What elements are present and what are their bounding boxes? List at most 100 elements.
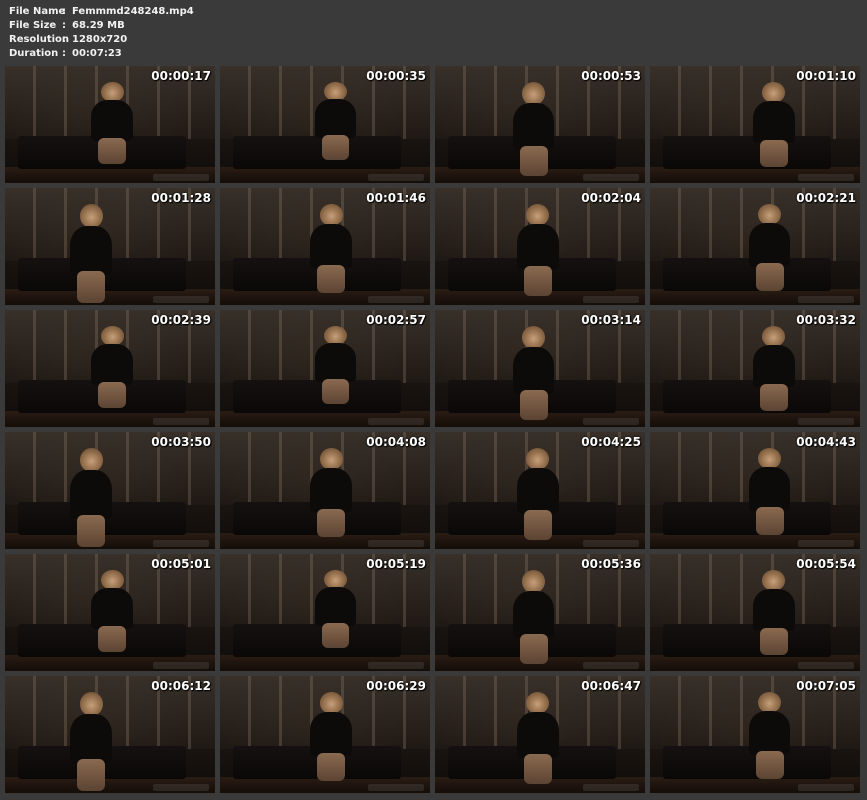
person-figure [751, 82, 797, 167]
figure-legs [98, 138, 126, 165]
figure-legs [524, 754, 552, 784]
figure-body [91, 100, 133, 142]
watermark [368, 296, 424, 303]
figure-body [753, 344, 795, 388]
figure-body [748, 711, 791, 755]
figure-legs [755, 263, 784, 291]
video-thumbnail: 00:01:28 [5, 188, 215, 305]
video-thumbnail: 00:03:50 [5, 432, 215, 549]
figure-head [323, 570, 348, 589]
timestamp-label: 00:00:35 [366, 69, 426, 83]
figure-head [762, 570, 786, 591]
person-figure [68, 692, 114, 791]
resolution-value: 1280x720 [72, 34, 128, 45]
figure-head [526, 692, 550, 715]
figure-legs [77, 271, 105, 303]
resolution-row: Resolution : 1280x720 [9, 33, 194, 47]
figure-legs [755, 507, 784, 535]
figure-legs [317, 752, 346, 782]
figure-legs [760, 627, 788, 655]
figure-legs [755, 751, 784, 779]
figure-body [512, 102, 555, 150]
video-thumbnail: 00:06:12 [5, 676, 215, 793]
watermark [583, 784, 639, 791]
person-figure [515, 448, 561, 540]
figure-body [310, 711, 353, 757]
timestamp-label: 00:05:01 [151, 557, 211, 571]
person-figure [89, 570, 135, 653]
figure-legs [519, 390, 548, 420]
person-figure [308, 692, 354, 782]
figure-legs [321, 378, 350, 404]
figure-body [753, 588, 795, 632]
figure-legs [760, 139, 788, 167]
figure-head [100, 82, 124, 103]
figure-legs [321, 622, 350, 648]
figure-body [517, 224, 559, 271]
video-thumbnail: 00:06:29 [220, 676, 430, 793]
figure-body [314, 99, 357, 138]
file-name-value: Femmmd248248.mp4 [72, 6, 194, 17]
figure-head [319, 448, 343, 470]
figure-head [758, 448, 782, 470]
watermark [368, 662, 424, 669]
person-figure [68, 204, 114, 303]
figure-head [319, 692, 343, 714]
watermark [583, 296, 639, 303]
person-figure [511, 570, 557, 664]
watermark [368, 174, 424, 181]
figure-head [79, 204, 103, 228]
video-thumbnail: 00:00:53 [435, 66, 645, 183]
timestamp-label: 00:03:50 [151, 435, 211, 449]
timestamp-label: 00:04:08 [366, 435, 426, 449]
figure-head [100, 326, 124, 347]
figure-body [314, 587, 357, 626]
figure-legs [519, 634, 548, 664]
file-size-row: File Size : 68.29 MB [9, 19, 194, 33]
timestamp-label: 00:05:19 [366, 557, 426, 571]
timestamp-label: 00:02:21 [796, 191, 856, 205]
person-figure [312, 570, 358, 648]
person-figure [511, 326, 557, 420]
watermark [798, 784, 854, 791]
figure-head [522, 326, 546, 349]
sofa [662, 624, 831, 657]
person-figure [747, 448, 793, 535]
timestamp-label: 00:00:53 [581, 69, 641, 83]
figure-head [758, 692, 782, 714]
duration-value: 00:07:23 [72, 48, 122, 59]
video-thumbnail: 00:01:10 [650, 66, 860, 183]
thumbnail-grid: 00:00:17 00:00:35 00:00:53 00:01:10 00:01:28… [5, 66, 860, 793]
video-thumbnail: 00:02:57 [220, 310, 430, 427]
figure-body [512, 346, 555, 394]
timestamp-label: 00:04:43 [796, 435, 856, 449]
figure-body [91, 344, 133, 386]
person-figure [747, 204, 793, 291]
duration-label: Duration [9, 48, 59, 59]
figure-legs [98, 626, 126, 653]
separator: : [62, 20, 66, 31]
figure-head [526, 448, 550, 471]
video-thumbnail: 00:01:46 [220, 188, 430, 305]
figure-legs [524, 510, 552, 540]
watermark [153, 296, 209, 303]
figure-head [323, 82, 348, 101]
figure-legs [760, 383, 788, 411]
watermark [583, 662, 639, 669]
video-thumbnail: 00:05:19 [220, 554, 430, 671]
file-name-label: File Name [9, 6, 66, 17]
figure-body [748, 223, 791, 267]
timestamp-label: 00:04:25 [581, 435, 641, 449]
sofa [662, 136, 831, 169]
separator: : [62, 48, 66, 59]
figure-head [522, 82, 546, 105]
figure-head [323, 326, 348, 345]
video-thumbnail: 00:03:32 [650, 310, 860, 427]
timestamp-label: 00:00:17 [151, 69, 211, 83]
timestamp-label: 00:03:32 [796, 313, 856, 327]
timestamp-label: 00:06:47 [581, 679, 641, 693]
video-thumbnail: 00:06:47 [435, 676, 645, 793]
watermark [798, 662, 854, 669]
timestamp-label: 00:02:57 [366, 313, 426, 327]
person-figure [515, 692, 561, 784]
